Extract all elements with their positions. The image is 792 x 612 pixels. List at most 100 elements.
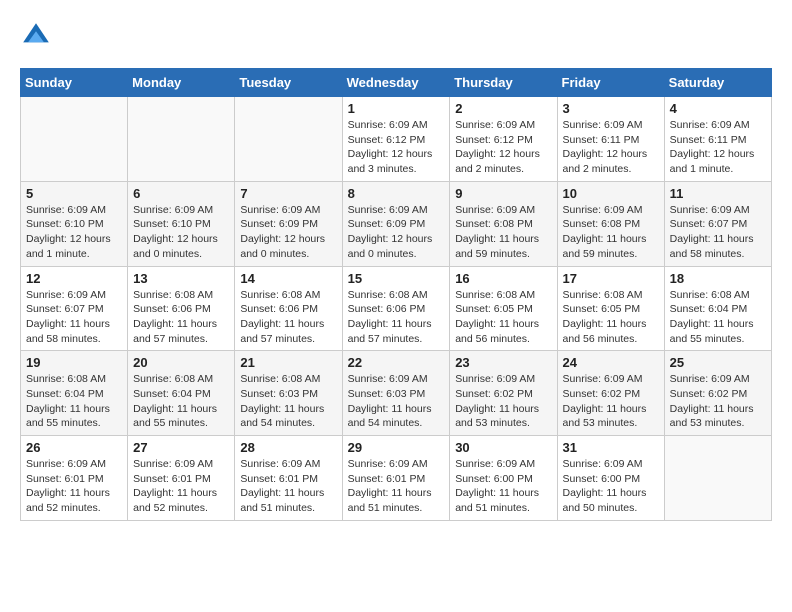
day-number: 13 [133,271,229,286]
day-info: Sunrise: 6:09 AM Sunset: 6:07 PM Dayligh… [26,288,122,347]
calendar-cell: 6 Sunrise: 6:09 AM Sunset: 6:10 PM Daylig… [128,181,235,266]
day-info: Sunrise: 6:09 AM Sunset: 6:01 PM Dayligh… [26,457,122,516]
weekday-header-friday: Friday [557,69,664,97]
day-info: Sunrise: 6:09 AM Sunset: 6:03 PM Dayligh… [348,372,445,431]
day-number: 21 [240,355,336,370]
calendar-week-row: 19 Sunrise: 6:08 AM Sunset: 6:04 PM Dayli… [21,351,772,436]
day-info: Sunrise: 6:08 AM Sunset: 6:03 PM Dayligh… [240,372,336,431]
day-number: 23 [455,355,551,370]
day-number: 15 [348,271,445,286]
day-info: Sunrise: 6:09 AM Sunset: 6:00 PM Dayligh… [563,457,659,516]
weekday-header-sunday: Sunday [21,69,128,97]
calendar-cell: 28 Sunrise: 6:09 AM Sunset: 6:01 PM Dayli… [235,436,342,521]
day-number: 28 [240,440,336,455]
day-info: Sunrise: 6:09 AM Sunset: 6:07 PM Dayligh… [670,203,766,262]
calendar-week-row: 26 Sunrise: 6:09 AM Sunset: 6:01 PM Dayli… [21,436,772,521]
calendar-cell: 22 Sunrise: 6:09 AM Sunset: 6:03 PM Dayli… [342,351,450,436]
calendar-cell: 12Sunrise: 6:09 AM Sunset: 6:07 PM Dayli… [21,266,128,351]
day-number: 2 [455,101,551,116]
day-number: 24 [563,355,659,370]
calendar-cell: 3Sunrise: 6:09 AM Sunset: 6:11 PM Daylig… [557,97,664,182]
day-info: Sunrise: 6:09 AM Sunset: 6:10 PM Dayligh… [133,203,229,262]
calendar-cell: 4 Sunrise: 6:09 AM Sunset: 6:11 PM Daylig… [664,97,771,182]
calendar-cell: 29 Sunrise: 6:09 AM Sunset: 6:01 PM Dayli… [342,436,450,521]
calendar-cell: 14 Sunrise: 6:08 AM Sunset: 6:06 PM Dayli… [235,266,342,351]
day-number: 4 [670,101,766,116]
day-info: Sunrise: 6:08 AM Sunset: 6:06 PM Dayligh… [348,288,445,347]
calendar-cell: 18 Sunrise: 6:08 AM Sunset: 6:04 PM Dayli… [664,266,771,351]
calendar-cell: 13 Sunrise: 6:08 AM Sunset: 6:06 PM Dayli… [128,266,235,351]
calendar-cell: 10 Sunrise: 6:09 AM Sunset: 6:08 PM Dayli… [557,181,664,266]
day-number: 25 [670,355,766,370]
calendar-table: SundayMondayTuesdayWednesdayThursdayFrid… [20,68,772,521]
day-number: 22 [348,355,445,370]
day-info: Sunrise: 6:09 AM Sunset: 6:00 PM Dayligh… [455,457,551,516]
calendar-cell: 5 Sunrise: 6:09 AM Sunset: 6:10 PM Daylig… [21,181,128,266]
calendar-cell: 20Sunrise: 6:08 AM Sunset: 6:04 PM Dayli… [128,351,235,436]
day-info: Sunrise: 6:09 AM Sunset: 6:01 PM Dayligh… [133,457,229,516]
calendar-cell: 25 Sunrise: 6:09 AM Sunset: 6:02 PM Dayli… [664,351,771,436]
day-number: 14 [240,271,336,286]
day-info: Sunrise: 6:09 AM Sunset: 6:09 PM Dayligh… [240,203,336,262]
day-info: Sunrise: 6:09 AM Sunset: 6:08 PM Dayligh… [563,203,659,262]
calendar-cell: 16 Sunrise: 6:08 AM Sunset: 6:05 PM Dayli… [450,266,557,351]
weekday-header-saturday: Saturday [664,69,771,97]
day-number: 30 [455,440,551,455]
day-info: Sunrise: 6:09 AM Sunset: 6:02 PM Dayligh… [670,372,766,431]
day-number: 5 [26,186,122,201]
calendar-cell: 1Sunrise: 6:09 AM Sunset: 6:12 PM Daylig… [342,97,450,182]
calendar-cell: 9 Sunrise: 6:09 AM Sunset: 6:08 PM Daylig… [450,181,557,266]
day-info: Sunrise: 6:09 AM Sunset: 6:09 PM Dayligh… [348,203,445,262]
logo [20,20,56,52]
day-info: Sunrise: 6:08 AM Sunset: 6:04 PM Dayligh… [26,372,122,431]
calendar-cell: 15 Sunrise: 6:08 AM Sunset: 6:06 PM Dayli… [342,266,450,351]
day-info: Sunrise: 6:09 AM Sunset: 6:11 PM Dayligh… [563,118,659,177]
day-number: 10 [563,186,659,201]
calendar-cell: 19 Sunrise: 6:08 AM Sunset: 6:04 PM Dayli… [21,351,128,436]
day-info: Sunrise: 6:08 AM Sunset: 6:06 PM Dayligh… [133,288,229,347]
day-number: 16 [455,271,551,286]
calendar-cell: 21 Sunrise: 6:08 AM Sunset: 6:03 PM Dayli… [235,351,342,436]
day-info: Sunrise: 6:09 AM Sunset: 6:11 PM Dayligh… [670,118,766,177]
day-info: Sunrise: 6:08 AM Sunset: 6:06 PM Dayligh… [240,288,336,347]
day-number: 7 [240,186,336,201]
day-number: 26 [26,440,122,455]
calendar-cell: 17Sunrise: 6:08 AM Sunset: 6:05 PM Dayli… [557,266,664,351]
day-info: Sunrise: 6:08 AM Sunset: 6:04 PM Dayligh… [133,372,229,431]
day-info: Sunrise: 6:09 AM Sunset: 6:10 PM Dayligh… [26,203,122,262]
calendar-week-row: 12Sunrise: 6:09 AM Sunset: 6:07 PM Dayli… [21,266,772,351]
calendar-cell [21,97,128,182]
calendar-cell: 11Sunrise: 6:09 AM Sunset: 6:07 PM Dayli… [664,181,771,266]
calendar-cell: 2 Sunrise: 6:09 AM Sunset: 6:12 PM Daylig… [450,97,557,182]
day-number: 9 [455,186,551,201]
calendar-cell: 26 Sunrise: 6:09 AM Sunset: 6:01 PM Dayli… [21,436,128,521]
logo-icon [20,20,52,52]
day-number: 31 [563,440,659,455]
day-info: Sunrise: 6:09 AM Sunset: 6:01 PM Dayligh… [240,457,336,516]
day-info: Sunrise: 6:09 AM Sunset: 6:08 PM Dayligh… [455,203,551,262]
weekday-header-row: SundayMondayTuesdayWednesdayThursdayFrid… [21,69,772,97]
day-number: 18 [670,271,766,286]
calendar-cell: 8Sunrise: 6:09 AM Sunset: 6:09 PM Daylig… [342,181,450,266]
calendar-cell: 24Sunrise: 6:09 AM Sunset: 6:02 PM Dayli… [557,351,664,436]
day-number: 6 [133,186,229,201]
day-number: 29 [348,440,445,455]
calendar-cell: 31 Sunrise: 6:09 AM Sunset: 6:00 PM Dayli… [557,436,664,521]
day-number: 27 [133,440,229,455]
day-number: 17 [563,271,659,286]
day-info: Sunrise: 6:09 AM Sunset: 6:02 PM Dayligh… [455,372,551,431]
calendar-cell [128,97,235,182]
day-number: 1 [348,101,445,116]
calendar-cell: 30 Sunrise: 6:09 AM Sunset: 6:00 PM Dayli… [450,436,557,521]
calendar-cell: 27 Sunrise: 6:09 AM Sunset: 6:01 PM Dayli… [128,436,235,521]
weekday-header-monday: Monday [128,69,235,97]
day-info: Sunrise: 6:08 AM Sunset: 6:04 PM Dayligh… [670,288,766,347]
calendar-cell: 7 Sunrise: 6:09 AM Sunset: 6:09 PM Daylig… [235,181,342,266]
day-info: Sunrise: 6:09 AM Sunset: 6:01 PM Dayligh… [348,457,445,516]
calendar-week-row: 5 Sunrise: 6:09 AM Sunset: 6:10 PM Daylig… [21,181,772,266]
day-number: 19 [26,355,122,370]
weekday-header-tuesday: Tuesday [235,69,342,97]
day-info: Sunrise: 6:08 AM Sunset: 6:05 PM Dayligh… [455,288,551,347]
weekday-header-wednesday: Wednesday [342,69,450,97]
day-info: Sunrise: 6:09 AM Sunset: 6:12 PM Dayligh… [455,118,551,177]
